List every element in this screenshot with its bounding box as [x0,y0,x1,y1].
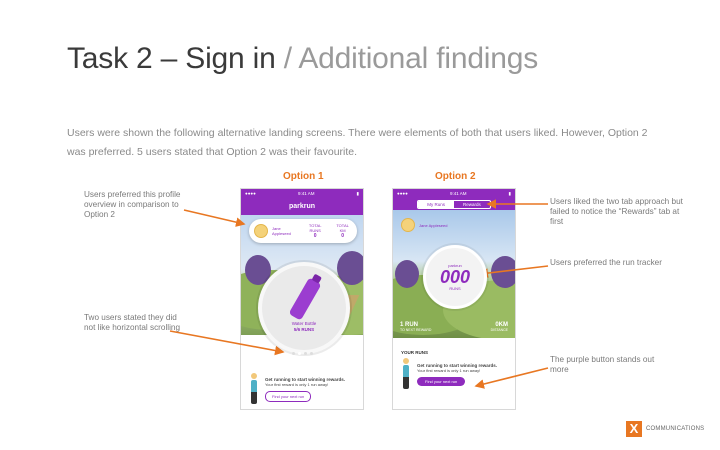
runs-to-reward-stat: 1 RUN TO NEXT REWARD [400,322,431,332]
runner-illustration-icon [249,373,259,405]
tracker-unit: RUNS [449,286,461,291]
annotation-tabs: Users liked the two tab approach but fai… [550,197,683,226]
signal-icon: ●●●● [245,191,256,196]
battery-icon: ▮ [356,190,359,196]
runner-illustration-icon [401,358,411,390]
total-km-stat: TOTAL KM 0 [333,223,352,239]
your-runs-heading: YOUR RUNS [401,350,429,355]
battery-icon: ▮ [508,190,511,196]
avatar [254,224,268,238]
reward-name: Water Bottle [291,321,317,326]
find-next-run-button[interactable]: Find your next run [417,376,466,386]
distance-stat: 0KM DISTANCE [491,322,508,332]
status-time: 9:41 AM [297,191,315,196]
app-title: parkrun [241,198,363,215]
intro-text: Users were shown the following alternati… [67,127,648,158]
company-logo: X COMMUNICATIONS [626,421,704,437]
option1-label: Option 1 [283,171,324,182]
status-time: 9:41 AM [449,191,467,196]
signal-icon: ●●●● [397,191,408,196]
title-main: Task 2 – Sign in [67,42,276,75]
water-bottle-icon [288,277,322,321]
tab-rewards[interactable]: Rewards [454,201,490,208]
total-runs-label: TOTAL RUNS [308,223,322,233]
run-tracker: parkrun 000 RUNS [423,245,487,309]
avatar [401,218,415,232]
total-km-value: 0 [341,233,344,239]
reward-runs: 5/6 RUNS [293,327,315,332]
distance-label: DISTANCE [490,328,508,332]
annotation-scroll: Two users stated they did not like horiz… [84,313,181,332]
arrow-profile [183,209,246,227]
reward-carousel-item[interactable]: Water Bottle 5/6 RUNS [258,262,350,354]
find-next-run-button[interactable]: Find your next run [265,390,312,402]
park-scene: Jane Appleseed parkrun 000 RUNS 1 RUN TO … [393,210,515,338]
profile-overview-card[interactable]: Jane Appleseed TOTAL RUNS 0 TOTAL KM 0 [249,219,357,243]
annotation-tracker: Users preferred the run tracker [550,258,662,267]
option1-phone-mockup: ●●●● 9:41 AM ▮ parkrun Jane Appleseed TO… [240,188,364,410]
cta-subtitle: Your first reward is only 1 run away! [265,381,329,387]
annotation-button: The purple button stands out more [550,355,655,374]
runs-to-reward-label: TO NEXT REWARD [400,328,432,332]
annotation-profile: Users preferred this profile overview in… [84,190,181,219]
title-sub: / Additional findings [275,42,539,75]
option2-phone-mockup: ●●●● 9:41 AM ▮ My Runs Rewards Jane Appl… [392,188,516,410]
status-bar: ●●●● 9:41 AM ▮ [241,189,363,198]
slide-title: Task 2 – Sign in / Additional findings [67,42,538,76]
user-name: Jane Appleseed [419,222,448,228]
your-runs-section: YOUR RUNS Get running to start winning r… [393,344,515,409]
tracker-value: 000 [439,267,471,287]
logo-mark-icon: X [626,421,642,437]
option2-label: Option 2 [435,171,476,182]
carousel-pagination[interactable] [241,352,363,355]
total-runs-value: 0 [313,233,317,239]
total-km-label: TOTAL KM [336,223,349,233]
tab-my-runs[interactable]: My Runs [418,200,454,208]
total-runs-stat: TOTAL RUNS 0 [303,223,327,239]
cta-subtitle: Your first reward is only 1 run away! [417,367,481,373]
logo-name: COMMUNICATIONS [646,426,705,432]
status-bar: ●●●● 9:41 AM ▮ [393,189,515,198]
tab-bar: My Runs Rewards [393,198,515,210]
user-name: Jane Appleseed [272,226,291,236]
cta-section: Get running to start winning rewards. Yo… [241,367,363,409]
